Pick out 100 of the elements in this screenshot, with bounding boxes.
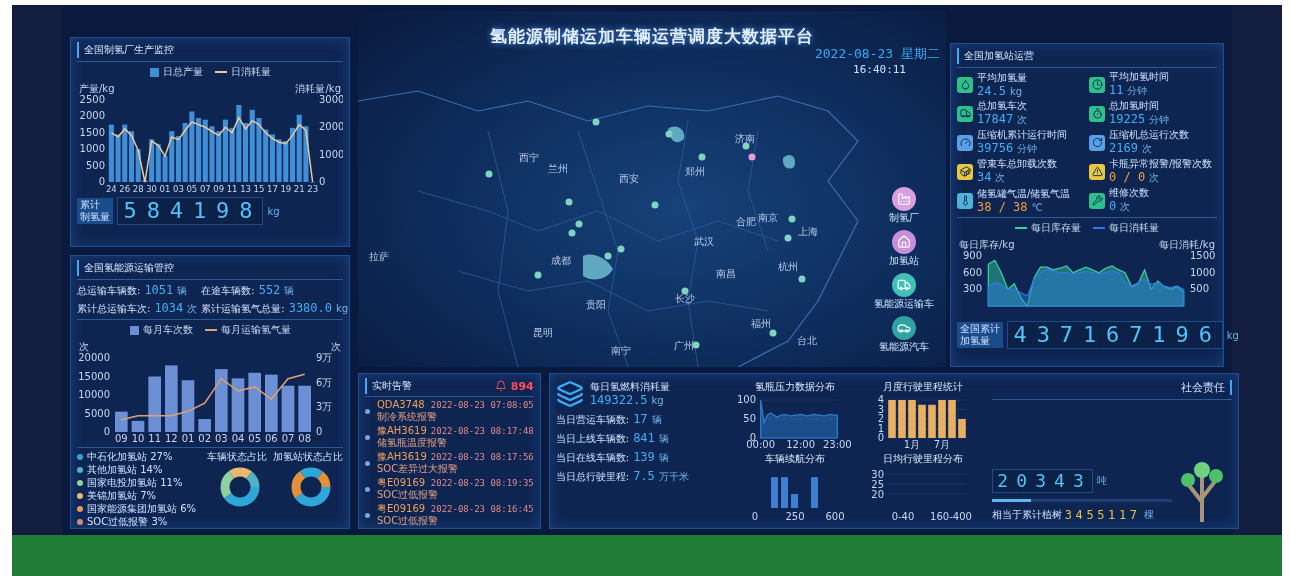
- axis-tick-label: 05: [186, 184, 198, 194]
- stat-value: 841: [633, 431, 655, 445]
- alert-time: 2022-08-23 08:16:45: [430, 504, 534, 514]
- chart-title: 氢瓶压力数据分布: [754, 380, 835, 394]
- alert-message: SOC差异过大报警: [377, 463, 460, 475]
- stat-unit: 辆: [177, 284, 188, 298]
- axis-tick-label: 09: [114, 433, 128, 444]
- stat-value: 2169: [1109, 141, 1138, 155]
- stat-unit: 次: [1149, 171, 1160, 185]
- axis-label: 次: [331, 341, 341, 352]
- stat-label: 当日总行驶里程:: [555, 471, 630, 483]
- axis-tick-label: 10: [131, 433, 145, 444]
- axis-tick-label: 01: [159, 184, 171, 194]
- axis-tick-label: 7月: [933, 439, 950, 450]
- city-label: 西宁: [519, 151, 539, 165]
- axis-tick-label: 0: [316, 426, 323, 437]
- city-label: 福州: [751, 317, 771, 331]
- chart-title: 月度行驶里程统计: [882, 380, 963, 394]
- stat-unit: 辆: [651, 413, 662, 427]
- alert-message: SOC过低报警: [377, 515, 440, 527]
- legend-label: 美锦加氢站 7%: [87, 490, 157, 502]
- axis-tick-label: 26: [119, 184, 131, 194]
- axis-tick-label: 0: [751, 511, 758, 522]
- legend-label: 氢能源运输车: [874, 298, 934, 310]
- city-label: 广州: [674, 339, 694, 353]
- axis-tick-label: 9万: [316, 352, 333, 363]
- axis-tick-label: 600: [825, 511, 845, 522]
- counter-unit: kg: [1226, 329, 1239, 341]
- stat-unit: 次: [1120, 200, 1131, 214]
- alert-time: 2022-08-23 08:17:56: [430, 452, 534, 462]
- axis-tick-label: 17: [266, 184, 278, 194]
- stat-label: 压缩机总运行次数: [1109, 129, 1189, 141]
- axis-tick-label: 0: [877, 432, 884, 443]
- axis-tick-label: 20000: [78, 352, 110, 363]
- stat-value: 38 / 38: [977, 199, 1028, 214]
- stat-value: 19225: [1109, 112, 1146, 126]
- city-label: 拉萨: [369, 250, 389, 264]
- axis-tick-label: 20: [871, 489, 884, 500]
- stat-unit: ℃: [1031, 201, 1043, 213]
- axis-tick-label: 100: [736, 394, 756, 405]
- stat-value: 17: [633, 412, 648, 426]
- axis-tick-label: 10000: [78, 389, 110, 400]
- stat-label: 累计运输氢气总量:: [201, 303, 285, 315]
- stat-label: 维修次数: [1109, 187, 1149, 199]
- stat-label: 当日在线车辆数:: [555, 452, 630, 464]
- city-label: 合肥: [736, 215, 756, 229]
- alert-time: 2022-08-23 08:17:48: [430, 426, 534, 436]
- axis-label: 次: [79, 341, 89, 352]
- stat-label: 储氢罐气温/储氢气温: [977, 187, 1071, 200]
- axis-tick-label: 28: [132, 184, 144, 194]
- axis-tick-label: 160-400: [929, 511, 972, 522]
- axis-tick-label: 01: [181, 433, 195, 444]
- stat-label: 平均加氢量: [977, 71, 1027, 84]
- city-label: 杭州: [778, 260, 798, 274]
- axis-tick-label: 1500: [1190, 250, 1216, 261]
- axis-tick-label: 500: [85, 159, 105, 171]
- plate-number: 豫AH3619: [377, 451, 427, 463]
- axis-tick-label: 30: [871, 469, 884, 480]
- axis-tick-label: 900: [962, 250, 982, 261]
- legend-item: 日消耗量: [214, 65, 271, 79]
- legend-item: 每月运输氢气量: [204, 323, 291, 337]
- time-text: 16:40:11: [853, 63, 906, 76]
- counter-digits: 584198: [117, 197, 264, 226]
- donut-title: 车辆状态占比: [207, 451, 267, 463]
- counter-digits: 3455117: [1064, 508, 1141, 522]
- counter-label: 全国累计: [960, 323, 1000, 335]
- stat-value: 1051: [144, 283, 174, 297]
- stat-label: 总加氢时间: [1109, 100, 1160, 112]
- stat-value: 139: [633, 450, 655, 464]
- city-label: 上海: [798, 225, 818, 239]
- alert-message: 储氢瓶温度报警: [377, 437, 448, 449]
- axis-tick-label: 0-40: [891, 511, 915, 522]
- city-label: 台北: [797, 334, 817, 348]
- stat-unit: 次: [1017, 113, 1028, 127]
- stat-label: 累计总运输车次:: [77, 303, 151, 315]
- chart-title: 日均行驶里程分布: [882, 452, 963, 466]
- axis-tick-label: 5000: [84, 407, 110, 419]
- alert-count: 894: [494, 379, 534, 393]
- axis-tick-label: 4: [877, 394, 884, 405]
- stat-unit: 次: [995, 171, 1006, 185]
- city-label: 兰州: [548, 162, 568, 176]
- counter-digits: 437167196: [1007, 321, 1223, 350]
- city-label: 成都: [551, 254, 571, 268]
- stat-label: 压缩机累计运行时间: [977, 129, 1067, 141]
- axis-tick-label: 23: [307, 184, 319, 194]
- stat-value: 552: [258, 283, 281, 297]
- axis-tick-label: 19: [280, 184, 292, 194]
- axis-label: 产量/kg: [79, 83, 115, 94]
- axis-tick-label: 1000: [79, 143, 105, 155]
- stat-unit: 辆: [658, 432, 669, 446]
- counter-label: 累计: [80, 199, 101, 212]
- counter-digits: 20343: [991, 469, 1093, 493]
- axis-tick-label: 07: [199, 184, 211, 194]
- section-title: 社会责任: [1180, 380, 1232, 395]
- axis-tick-label: 3: [877, 403, 884, 415]
- alert-message: 制冷系统报警: [377, 411, 438, 423]
- axis-tick-label: 11: [148, 433, 162, 444]
- axis-tick-label: 600: [962, 266, 982, 278]
- axis-tick-label: 03: [173, 184, 184, 194]
- legend-label: 氢能源汽车: [879, 341, 929, 353]
